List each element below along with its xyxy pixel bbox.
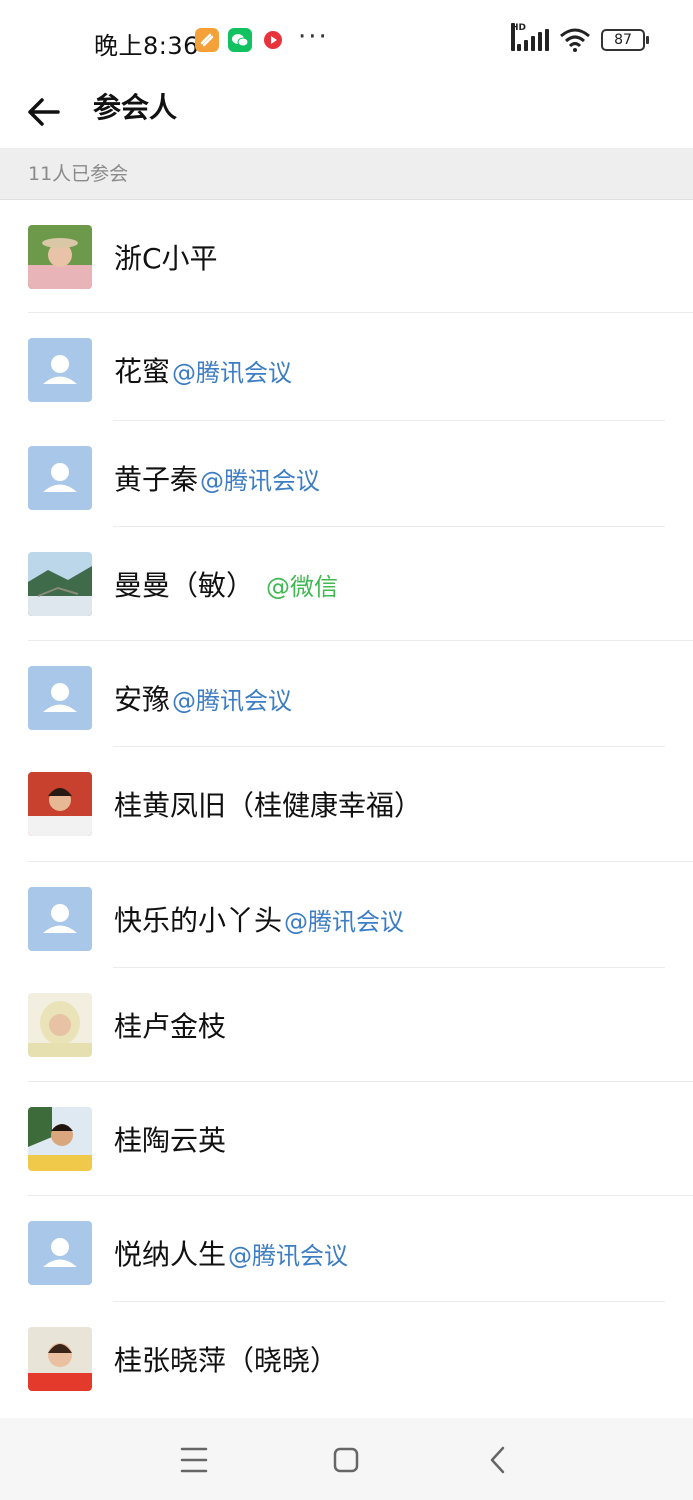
status-time: 晚上8:36 bbox=[94, 32, 199, 60]
participant-name: 黄子秦 bbox=[114, 463, 199, 496]
video-app-icon bbox=[261, 28, 285, 52]
back-icon bbox=[490, 1446, 505, 1474]
list-item[interactable]: 花蜜@腾讯会议 bbox=[0, 313, 693, 421]
avatar bbox=[28, 887, 92, 951]
avatar bbox=[28, 772, 92, 836]
source-tag: @腾讯会议 bbox=[200, 467, 321, 495]
section-header: 11人已参会 bbox=[0, 148, 693, 200]
avatar bbox=[28, 666, 92, 730]
wechat-icon bbox=[228, 28, 252, 52]
participant-info: 桂张晓萍（晓晓） bbox=[114, 1339, 338, 1379]
list-item[interactable]: 桂陶云英 bbox=[0, 1082, 693, 1196]
participant-info: 曼曼（敏） @微信 bbox=[114, 564, 338, 604]
wifi-icon bbox=[560, 28, 590, 52]
list-item[interactable]: 安豫@腾讯会议 bbox=[0, 641, 693, 747]
home-button[interactable] bbox=[326, 1442, 366, 1478]
avatar bbox=[28, 338, 92, 402]
participant-list: 浙C小平 花蜜@腾讯会议 黄子秦@腾讯会议 曼曼（敏） @微信 安豫@腾讯会议 … bbox=[0, 200, 693, 1416]
avatar bbox=[28, 1221, 92, 1285]
avatar bbox=[28, 552, 92, 616]
more-notifications-icon: ··· bbox=[298, 22, 329, 52]
participant-info: 悦纳人生@腾讯会议 bbox=[114, 1233, 348, 1273]
avatar bbox=[28, 225, 92, 289]
participant-name: 花蜜 bbox=[114, 355, 171, 388]
avatar bbox=[28, 1107, 92, 1171]
default-avatar-icon bbox=[43, 355, 77, 384]
participant-name: 曼曼（敏） bbox=[114, 569, 255, 602]
list-item[interactable]: 悦纳人生@腾讯会议 bbox=[0, 1196, 693, 1302]
participant-name: 桂黄凤旧（桂健康幸福） bbox=[114, 789, 423, 822]
participant-count: 11人已参会 bbox=[28, 163, 129, 185]
avatar bbox=[28, 993, 92, 1057]
battery-indicator: 87 bbox=[601, 29, 649, 51]
participant-info: 黄子秦@腾讯会议 bbox=[114, 458, 320, 498]
list-item[interactable]: 快乐的小丫头@腾讯会议 bbox=[0, 862, 693, 968]
list-item[interactable]: 曼曼（敏） @微信 bbox=[0, 527, 693, 641]
avatar bbox=[28, 1327, 92, 1391]
home-icon bbox=[333, 1447, 359, 1473]
participant-info: 安豫@腾讯会议 bbox=[114, 678, 292, 718]
source-tag: @腾讯会议 bbox=[284, 908, 405, 936]
signal-icon: HD bbox=[511, 23, 549, 51]
list-item[interactable]: 桂张晓萍（晓晓） bbox=[0, 1302, 693, 1416]
list-item[interactable]: 桂卢金枝 bbox=[0, 968, 693, 1082]
default-avatar-icon bbox=[43, 1238, 77, 1267]
list-item[interactable]: 桂黄凤旧（桂健康幸福） bbox=[0, 747, 693, 862]
menu-button[interactable] bbox=[174, 1442, 214, 1478]
default-avatar-icon bbox=[43, 904, 77, 933]
status-bar: 晚上8:36 ··· HD 87 bbox=[0, 0, 693, 80]
participant-name: 桂张晓萍（晓晓） bbox=[114, 1344, 339, 1377]
status-indicators: HD 87 bbox=[511, 23, 649, 52]
system-nav-bar bbox=[0, 1418, 693, 1500]
page-title: 参会人 bbox=[93, 91, 178, 124]
participant-name: 桂陶云英 bbox=[114, 1124, 227, 1157]
participant-info: 桂卢金枝 bbox=[114, 1005, 226, 1045]
source-tag: @微信 bbox=[266, 573, 339, 601]
participant-name: 浙C小平 bbox=[114, 242, 218, 275]
participant-info: 浙C小平 bbox=[114, 237, 218, 277]
participant-name: 快乐的小丫头 bbox=[114, 904, 283, 937]
source-tag: @腾讯会议 bbox=[172, 687, 293, 715]
header: 参会人 bbox=[0, 80, 693, 148]
back-arrow-icon bbox=[28, 98, 60, 126]
hd-label: HD bbox=[511, 23, 526, 51]
default-avatar-icon bbox=[43, 683, 77, 712]
list-item[interactable]: 浙C小平 bbox=[0, 200, 693, 313]
participant-info: 桂陶云英 bbox=[114, 1119, 226, 1159]
participant-info: 桂黄凤旧（桂健康幸福） bbox=[114, 784, 422, 824]
default-avatar-icon bbox=[43, 463, 77, 492]
source-tag: @腾讯会议 bbox=[228, 1242, 349, 1270]
participant-name: 悦纳人生 bbox=[114, 1238, 227, 1271]
participant-name: 桂卢金枝 bbox=[114, 1010, 227, 1043]
participant-info: 快乐的小丫头@腾讯会议 bbox=[114, 899, 404, 939]
avatar bbox=[28, 446, 92, 510]
participant-info: 花蜜@腾讯会议 bbox=[114, 350, 292, 390]
source-tag: @腾讯会议 bbox=[172, 359, 293, 387]
participant-name: 安豫 bbox=[114, 683, 171, 716]
menu-icon bbox=[180, 1447, 208, 1473]
notification-app-icon bbox=[195, 28, 219, 52]
back-button[interactable] bbox=[24, 92, 64, 132]
back-nav-button[interactable] bbox=[478, 1442, 518, 1478]
list-item[interactable]: 黄子秦@腾讯会议 bbox=[0, 421, 693, 527]
